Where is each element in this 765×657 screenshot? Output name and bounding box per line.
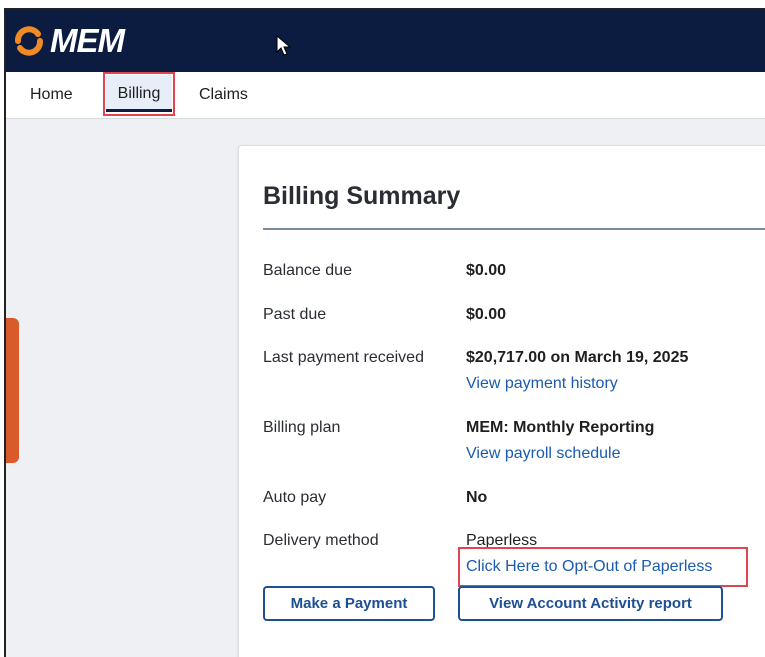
billing-plan-label: Billing plan: [263, 419, 341, 436]
opt-out-highlight-box: [458, 547, 748, 587]
nav-tab-claims[interactable]: Claims: [199, 72, 248, 118]
past-due-value: $0.00: [466, 306, 507, 323]
top-header-bar: MEM: [6, 10, 765, 72]
balance-due-value: $0.00: [466, 262, 507, 279]
auto-pay-value: No: [466, 489, 488, 506]
title-divider: [263, 228, 765, 230]
main-nav: Home Billing Claims: [6, 72, 765, 119]
auto-pay-label: Auto pay: [263, 489, 327, 506]
mouse-cursor-icon: [276, 35, 292, 56]
make-payment-button[interactable]: Make a Payment: [263, 586, 435, 621]
nav-tab-home[interactable]: Home: [30, 72, 73, 118]
card-title: Billing Summary: [263, 182, 461, 210]
billing-highlight-box: [103, 72, 175, 116]
past-due-label: Past due: [263, 306, 327, 323]
nav-tab-billing[interactable]: Billing: [103, 72, 175, 118]
delivery-method-label: Delivery method: [263, 532, 379, 549]
view-payment-history-link[interactable]: View payment history: [466, 375, 618, 393]
brand-logo[interactable]: MEM: [12, 22, 125, 59]
view-account-activity-button[interactable]: View Account Activity report: [458, 586, 723, 621]
app-window: MEM Home Billing Claims Billing Summary …: [4, 8, 765, 657]
view-payroll-schedule-link[interactable]: View payroll schedule: [466, 445, 620, 463]
nav-tab-claims-label: Claims: [199, 86, 248, 103]
billing-plan-value: MEM: Monthly Reporting: [466, 419, 655, 436]
last-payment-value: $20,717.00 on March 19, 2025: [466, 349, 689, 366]
brand-name: MEM: [50, 22, 125, 59]
last-payment-label: Last payment received: [263, 349, 424, 366]
billing-summary-card: Billing Summary Balance due $0.00 Past d…: [238, 145, 765, 657]
nav-tab-home-label: Home: [30, 86, 73, 103]
balance-due-label: Balance due: [263, 262, 352, 279]
mem-logo-icon: [15, 26, 43, 56]
feedback-side-tab[interactable]: [6, 318, 19, 463]
